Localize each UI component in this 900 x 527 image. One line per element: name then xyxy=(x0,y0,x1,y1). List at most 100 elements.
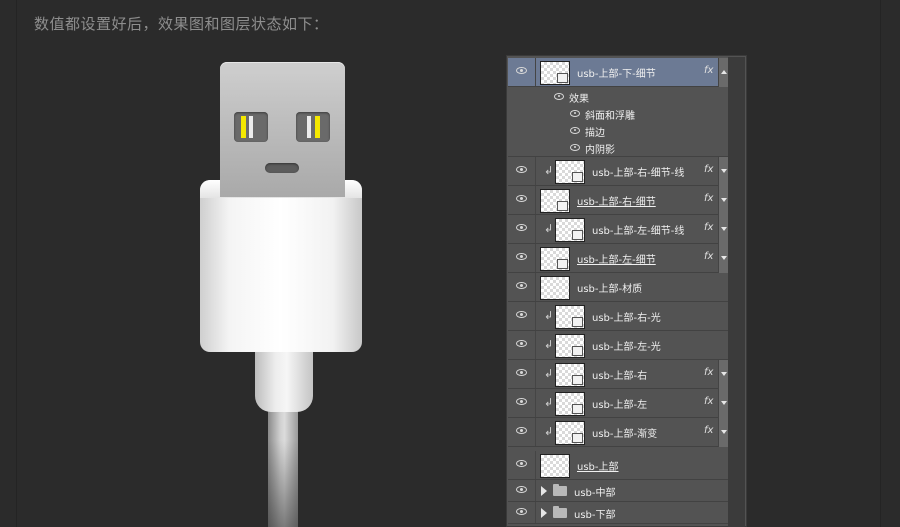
fx-icon[interactable]: fx xyxy=(704,222,713,233)
layer-row[interactable]: ↲ usb-上部-左-光 xyxy=(508,331,728,360)
eye-icon[interactable] xyxy=(554,93,564,100)
usb-pin-right xyxy=(315,116,320,138)
fx-icon[interactable]: fx xyxy=(704,65,713,76)
layer-row[interactable]: usb-上部-右-细节 fx xyxy=(508,186,728,215)
eye-icon[interactable] xyxy=(516,311,527,318)
layer-row[interactable]: ↲ usb-上部-渐变 fx xyxy=(508,418,728,447)
layer-name: usb-上部-左-细节 xyxy=(577,255,656,266)
layer-thumbnail xyxy=(555,305,585,329)
layer-name: usb-上部-右-光 xyxy=(592,313,661,324)
eye-icon[interactable] xyxy=(516,398,527,405)
page: 数值都设置好后，效果图和图层状态如下： usb-上部-下-细节 fx 效果 斜面… xyxy=(0,0,900,527)
clipping-mask-icon: ↲ xyxy=(544,222,554,235)
eye-icon[interactable] xyxy=(516,486,527,493)
eye-icon[interactable] xyxy=(516,340,527,347)
layer-row[interactable]: usb-上部-材质 xyxy=(508,273,728,302)
expand-effects-icon[interactable] xyxy=(718,244,728,273)
mask-thumbnail xyxy=(572,317,583,327)
clipping-mask-icon: ↲ xyxy=(544,309,554,322)
eye-icon[interactable] xyxy=(516,67,527,74)
usb-neck xyxy=(255,352,313,412)
usb-cable-fade xyxy=(268,440,298,527)
layer-row[interactable]: ↲ usb-上部-左-细节-线 fx xyxy=(508,215,728,244)
expand-effects-icon[interactable] xyxy=(718,418,728,447)
eye-separator xyxy=(535,451,536,479)
fx-icon[interactable]: fx xyxy=(704,164,713,175)
eye-icon[interactable] xyxy=(516,369,527,376)
clipping-mask-icon: ↲ xyxy=(544,396,554,409)
expand-effects-icon[interactable] xyxy=(718,215,728,244)
eye-separator xyxy=(535,389,536,417)
usb-highlight-right xyxy=(307,116,311,138)
eye-icon[interactable] xyxy=(516,195,527,202)
layer-name: usb-上部-右-细节-线 xyxy=(592,168,685,179)
layer-thumbnail xyxy=(555,334,585,358)
mask-thumbnail xyxy=(572,433,583,443)
fx-icon[interactable]: fx xyxy=(704,396,713,407)
eye-icon[interactable] xyxy=(570,127,580,134)
layer-thumbnail xyxy=(555,421,585,445)
eye-separator xyxy=(535,215,536,243)
fx-icon[interactable]: fx xyxy=(704,251,713,262)
usb-dash-slot xyxy=(265,163,299,173)
layer-row[interactable]: usb-上部-左-细节 fx xyxy=(508,244,728,273)
right-divider xyxy=(880,0,881,527)
caption-text: 数值都设置好后，效果图和图层状态如下： xyxy=(34,15,329,33)
layer-thumbnail xyxy=(555,363,585,387)
usb-collar xyxy=(200,180,362,352)
eye-icon[interactable] xyxy=(570,110,580,117)
fx-icon[interactable]: fx xyxy=(704,425,713,436)
layer-group-row[interactable]: usb-中部 xyxy=(508,480,728,502)
expand-effects-icon[interactable] xyxy=(718,157,728,186)
layer-group-row[interactable]: usb-下部 xyxy=(508,502,728,524)
eye-icon[interactable] xyxy=(516,460,527,467)
mask-thumbnail xyxy=(572,375,583,385)
eye-separator xyxy=(535,360,536,388)
layer-thumbnail xyxy=(555,218,585,242)
layer-row[interactable]: ↲ usb-上部-右-光 xyxy=(508,302,728,331)
layer-name: usb-上部-左-细节-线 xyxy=(592,226,685,237)
layer-thumbnail xyxy=(540,454,570,478)
effect-item: 斜面和浮雕 xyxy=(585,111,635,122)
eye-icon[interactable] xyxy=(516,166,527,173)
layer-name: usb-上部-右-细节 xyxy=(577,197,656,208)
eye-separator xyxy=(535,302,536,330)
folder-icon xyxy=(553,506,567,518)
eye-icon[interactable] xyxy=(516,508,527,515)
layer-row[interactable]: ↲ usb-上部-左 fx xyxy=(508,389,728,418)
eye-icon[interactable] xyxy=(570,144,580,151)
eye-icon[interactable] xyxy=(516,253,527,260)
clipping-mask-icon: ↲ xyxy=(544,425,554,438)
layer-name: usb-上部-左-光 xyxy=(592,342,661,353)
layer-thumbnail xyxy=(555,392,585,416)
eye-separator xyxy=(535,331,536,359)
expand-triangle-icon[interactable] xyxy=(541,486,547,496)
usb-slot-right xyxy=(296,112,330,142)
expand-effects-icon[interactable] xyxy=(718,360,728,389)
group-name: usb-中部 xyxy=(574,488,616,499)
layer-row[interactable]: ↲ usb-上部-右-细节-线 fx xyxy=(508,157,728,186)
eye-icon[interactable] xyxy=(516,427,527,434)
expand-effects-icon[interactable] xyxy=(718,186,728,215)
fx-icon[interactable]: fx xyxy=(704,193,713,204)
layer-name: usb-上部-左 xyxy=(592,400,648,411)
mask-thumbnail xyxy=(557,259,568,269)
usb-pin-left xyxy=(241,116,246,138)
mask-thumbnail xyxy=(557,201,568,211)
clipping-mask-icon: ↲ xyxy=(544,338,554,351)
usb-highlight-left xyxy=(249,116,253,138)
mask-thumbnail xyxy=(572,404,583,414)
expand-effects-icon[interactable] xyxy=(718,389,728,418)
layer-row[interactable]: usb-上部-下-细节 fx xyxy=(508,58,728,87)
eye-separator xyxy=(535,186,536,214)
folder-icon xyxy=(553,484,567,496)
layer-name: usb-上部 xyxy=(577,462,619,473)
layer-row[interactable]: ↲ usb-上部-右 fx xyxy=(508,360,728,389)
collapse-effects-icon[interactable] xyxy=(718,58,728,87)
expand-triangle-icon[interactable] xyxy=(541,508,547,518)
layers-scrollbar[interactable] xyxy=(728,57,745,527)
eye-icon[interactable] xyxy=(516,282,527,289)
eye-icon[interactable] xyxy=(516,224,527,231)
layer-row[interactable]: usb-上部 xyxy=(508,451,728,480)
fx-icon[interactable]: fx xyxy=(704,367,713,378)
